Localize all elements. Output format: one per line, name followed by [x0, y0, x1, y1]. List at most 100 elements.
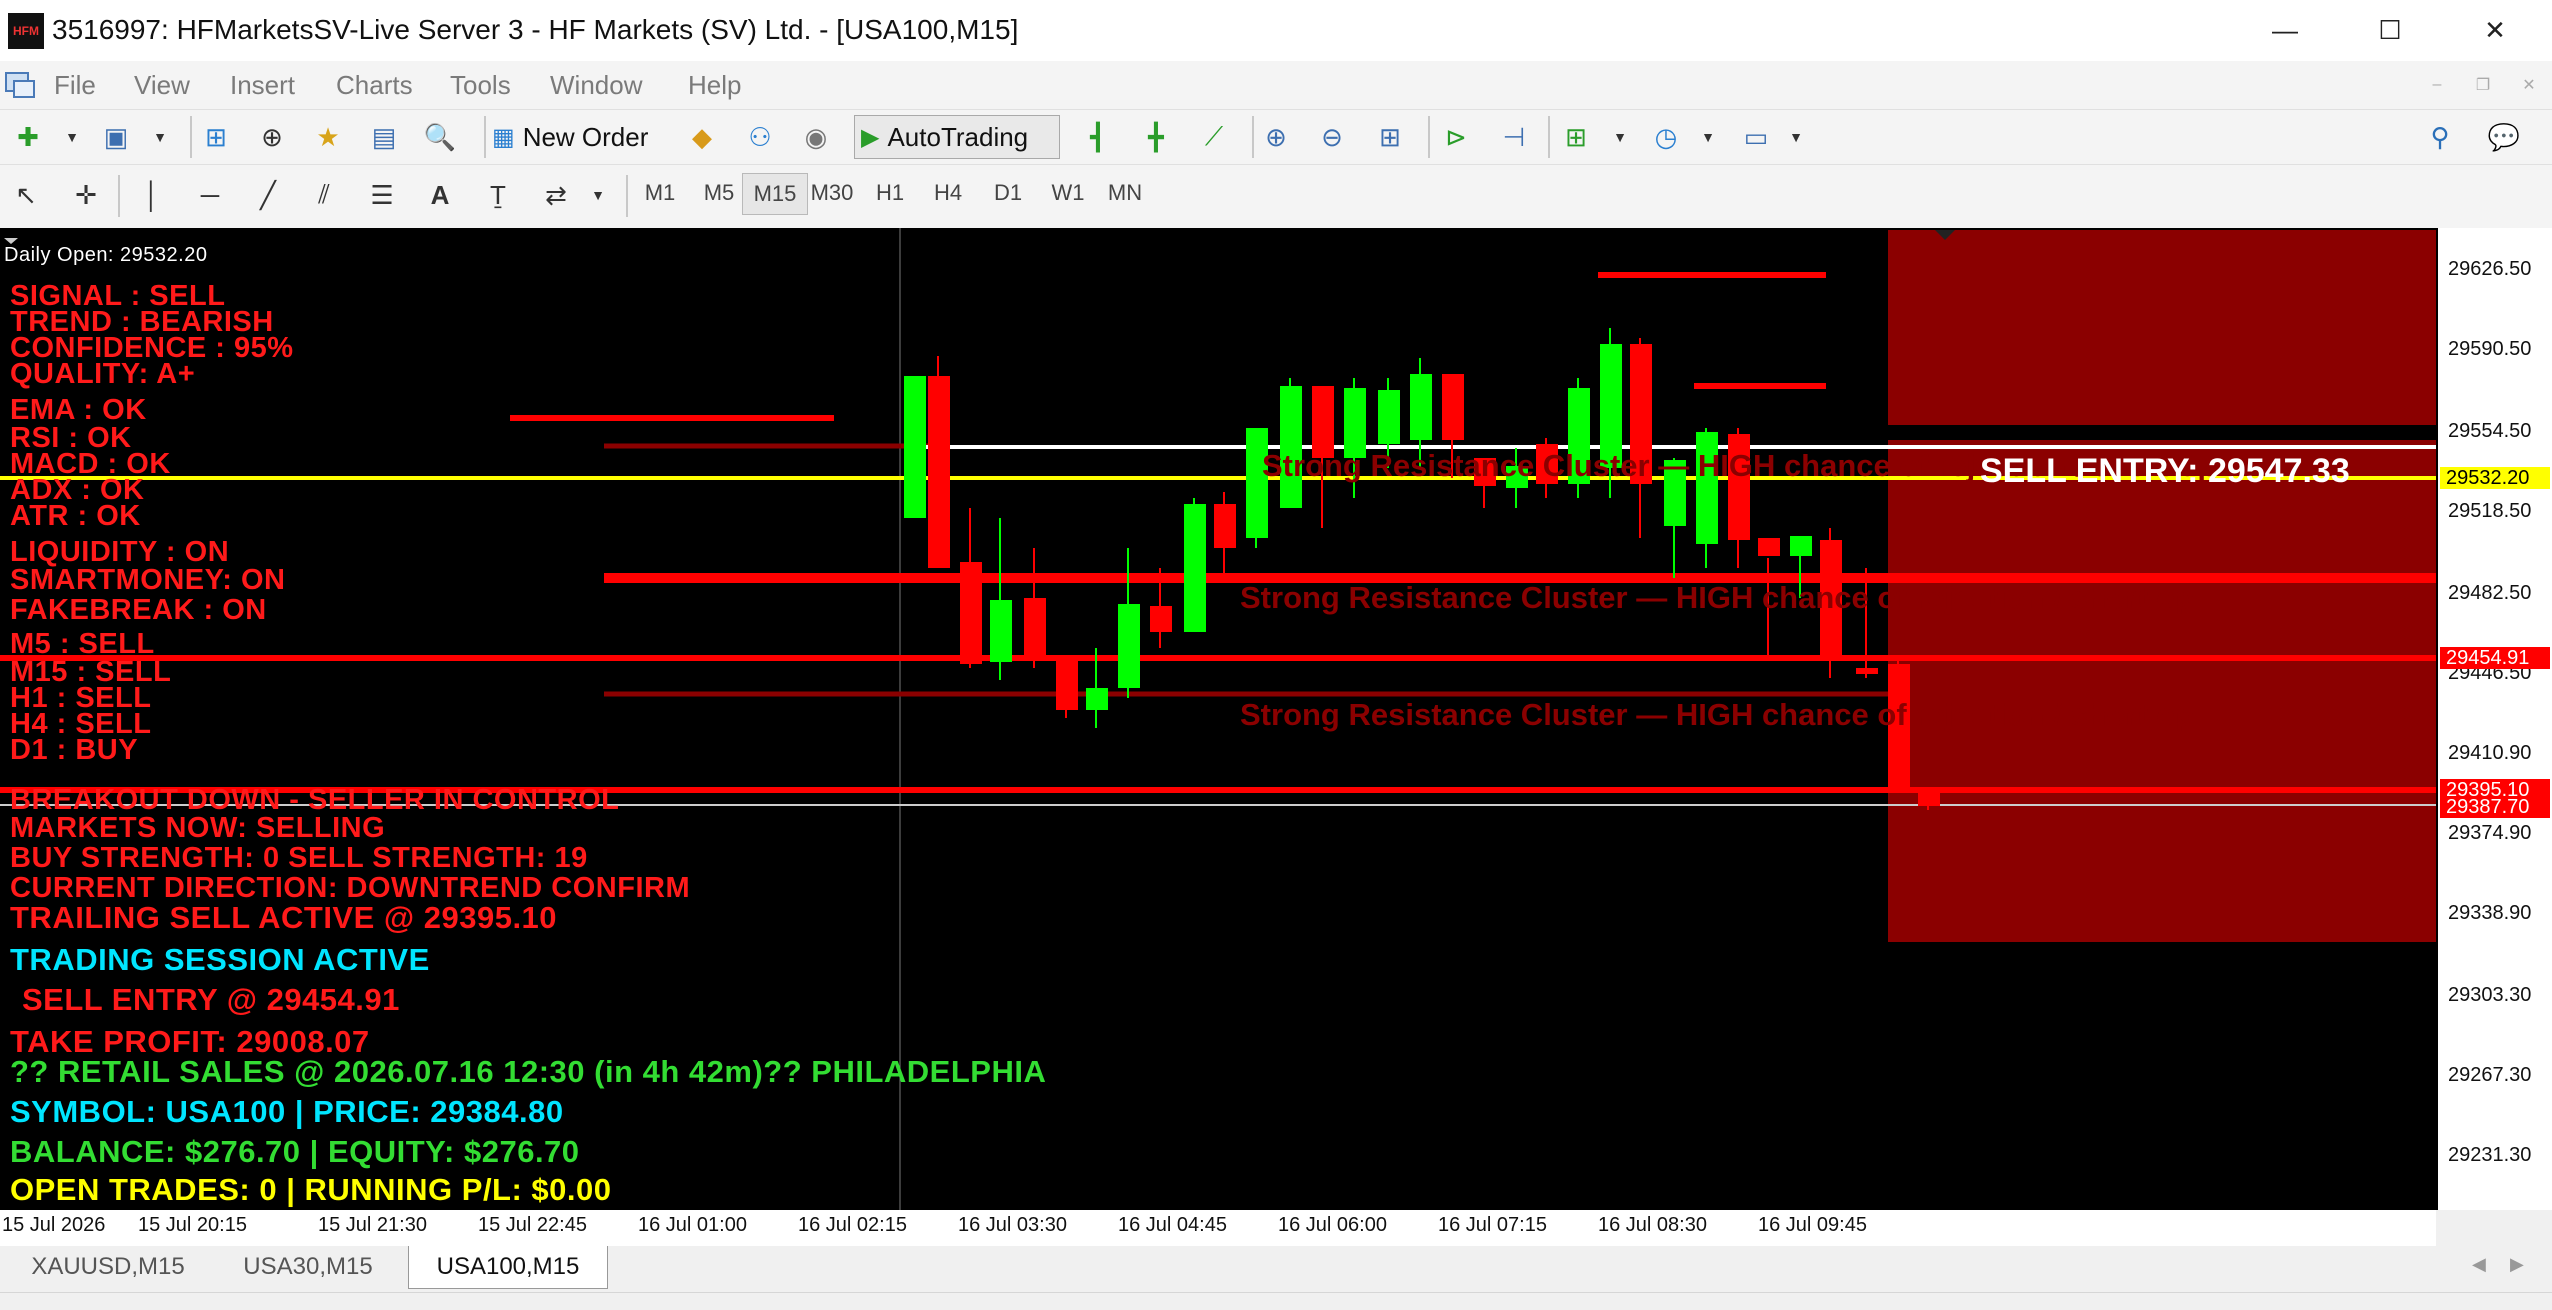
new-order-icon: ▦	[492, 123, 515, 151]
arrows-icon[interactable]: ⇄	[536, 175, 576, 215]
equidistant-channel-icon[interactable]: ⫽	[304, 175, 344, 215]
price-tick: 29482.50	[2448, 582, 2532, 604]
indicators-icon[interactable]: ⊞	[1556, 117, 1596, 157]
menu-insert[interactable]: Insert	[230, 70, 295, 101]
sell-entry-label: SELL ENTRY: 29547.33	[1980, 452, 2350, 490]
price-chart[interactable]: Strong Resistance Cluster — HIGH chance …	[0, 228, 2436, 1210]
chevron-down-icon[interactable]: ▼	[140, 117, 180, 157]
time-tick: 15 Jul 20:15	[138, 1214, 247, 1236]
tf-m30[interactable]: M30	[800, 173, 864, 213]
time-tick: 16 Jul 03:30	[958, 1214, 1067, 1236]
tf-m15[interactable]: M15	[742, 173, 808, 215]
trendline-icon[interactable]: ╱	[248, 175, 288, 215]
search-icon[interactable]: ⚲	[2420, 117, 2460, 157]
close-button[interactable]: ✕	[2460, 8, 2530, 52]
tf-m1[interactable]: M1	[632, 173, 688, 213]
drawing-toolbar: ↖ ✛ │ ─ ╱ ⫽ ☰ A Ṯ ⇄ ▼ M1 M5 M15 M30 H1 H…	[0, 164, 2552, 229]
profiles-icon[interactable]: ▣	[96, 117, 136, 157]
price-tick: 29338.90	[2448, 902, 2532, 924]
signals-icon[interactable]: ⚇	[740, 117, 780, 157]
chat-icon[interactable]: 💬	[2484, 117, 2524, 157]
cursor-icon[interactable]: ↖	[6, 175, 46, 215]
bull-candle	[1184, 504, 1206, 632]
crosshair-target-icon[interactable]: ⊕	[252, 117, 292, 157]
tf-d1[interactable]: D1	[980, 173, 1036, 213]
text-icon[interactable]: A	[420, 175, 460, 215]
child-minimize-button[interactable]: –	[2420, 71, 2454, 99]
tab-scroll-left-icon[interactable]: ◀	[2472, 1254, 2486, 1275]
horizontal-line-icon[interactable]: ─	[190, 175, 230, 215]
chart-shift-icon[interactable]: ⊳	[1436, 117, 1476, 157]
terminal-icon[interactable]: ▤	[364, 117, 404, 157]
toolbar-divider	[118, 175, 120, 217]
autotrading-button[interactable]: ▶ AutoTrading	[854, 115, 1060, 159]
price-tick: 29410.90	[2448, 742, 2532, 764]
market-icon[interactable]: ◉	[796, 117, 836, 157]
minimize-button[interactable]: —	[2250, 8, 2320, 52]
vertical-line-icon[interactable]: │	[132, 175, 172, 215]
text-label-icon[interactable]: Ṯ	[478, 175, 518, 215]
menu-window[interactable]: Window	[550, 70, 642, 101]
chevron-down-icon[interactable]: ▼	[578, 175, 618, 215]
menu-tools[interactable]: Tools	[450, 70, 511, 101]
new-order-button[interactable]: ▦ New Order	[492, 117, 648, 157]
menu-file[interactable]: File	[54, 70, 96, 101]
zoom-in-icon[interactable]: ⊕	[1256, 117, 1296, 157]
periods-clock-icon[interactable]: ◷	[1646, 117, 1686, 157]
price-tick: 29231.30	[2448, 1144, 2532, 1166]
chevron-down-icon[interactable]: ▼	[52, 117, 92, 157]
bar-chart-icon[interactable]: ┫	[1078, 117, 1118, 157]
zoom-out-icon[interactable]: ⊖	[1312, 117, 1352, 157]
chart-window-icon[interactable]	[4, 69, 36, 101]
bear-candle	[1056, 660, 1078, 710]
price-tick: 29374.90	[2448, 822, 2532, 844]
tf-mn[interactable]: MN	[1094, 173, 1156, 213]
price-tick: 29303.30	[2448, 984, 2532, 1006]
tab-usa100[interactable]: USA100,M15	[408, 1246, 608, 1289]
price-tick: 29267.30	[2448, 1064, 2532, 1086]
bull-candle	[990, 600, 1012, 662]
market-watch-icon[interactable]: ⊞	[196, 117, 236, 157]
entry-price-tag: 29454.91	[2440, 647, 2550, 669]
chevron-down-icon[interactable]: ▼	[1600, 117, 1640, 157]
menu-view[interactable]: View	[134, 70, 190, 101]
menu-help[interactable]: Help	[688, 70, 741, 101]
line-chart-icon[interactable]: ⟋	[1194, 117, 1234, 157]
chart-tabs: XAUUSD,M15 USA30,M15 USA100,M15 ◀ ▶	[0, 1246, 2552, 1292]
menu-charts[interactable]: Charts	[336, 70, 413, 101]
fibonacci-icon[interactable]: ☰	[362, 175, 402, 215]
time-axis: 15 Jul 2026 15 Jul 20:15 15 Jul 21:30 15…	[0, 1210, 2436, 1246]
tf-h4[interactable]: H4	[920, 173, 976, 213]
tile-windows-icon[interactable]: ⊞	[1370, 117, 1410, 157]
time-tick: 16 Jul 09:45	[1758, 1214, 1867, 1236]
child-close-button[interactable]: ✕	[2512, 71, 2546, 99]
child-restore-button[interactable]: ❐	[2466, 71, 2500, 99]
tab-xauusd[interactable]: XAUUSD,M15	[8, 1246, 208, 1288]
maximize-button[interactable]: ☐	[2355, 8, 2425, 52]
navigator-icon[interactable]: ★	[308, 117, 348, 157]
standard-toolbar: ✚ ▼ ▣ ▼ ⊞ ⊕ ★ ▤ 🔍 ▦ New Order ◆ ⚇ ◉ ▶ Au…	[0, 109, 2552, 165]
markets-now: MARKETS NOW: SELLING	[10, 812, 386, 844]
bull-candle	[1790, 536, 1812, 556]
chevron-down-icon[interactable]: ▼	[1776, 117, 1816, 157]
d1-signal: D1 : BUY	[10, 734, 139, 766]
toolbar-divider	[1428, 116, 1430, 158]
new-chart-icon[interactable]: ✚	[8, 117, 48, 157]
time-tick: 15 Jul 22:45	[478, 1214, 587, 1236]
chevron-down-icon[interactable]: ▼	[1688, 117, 1728, 157]
tf-h1[interactable]: H1	[862, 173, 918, 213]
templates-icon[interactable]: ▭	[1736, 117, 1776, 157]
crosshair-icon[interactable]: ✛	[66, 175, 106, 215]
tab-scroll-right-icon[interactable]: ▶	[2510, 1254, 2524, 1275]
bear-candle	[1024, 598, 1046, 660]
auto-scroll-icon[interactable]: ⊣	[1494, 117, 1534, 157]
tf-w1[interactable]: W1	[1038, 173, 1098, 213]
tf-m5[interactable]: M5	[688, 173, 750, 213]
strategy-tester-icon[interactable]: 🔍	[420, 117, 460, 157]
tab-usa30[interactable]: USA30,M15	[210, 1246, 406, 1288]
quality-line: QUALITY: A+	[10, 358, 196, 390]
candlestick-icon[interactable]: ╋	[1136, 117, 1176, 157]
time-tick: 16 Jul 08:30	[1598, 1214, 1707, 1236]
bull-candle	[1086, 688, 1108, 710]
gold-bar-icon[interactable]: ◆	[682, 117, 722, 157]
